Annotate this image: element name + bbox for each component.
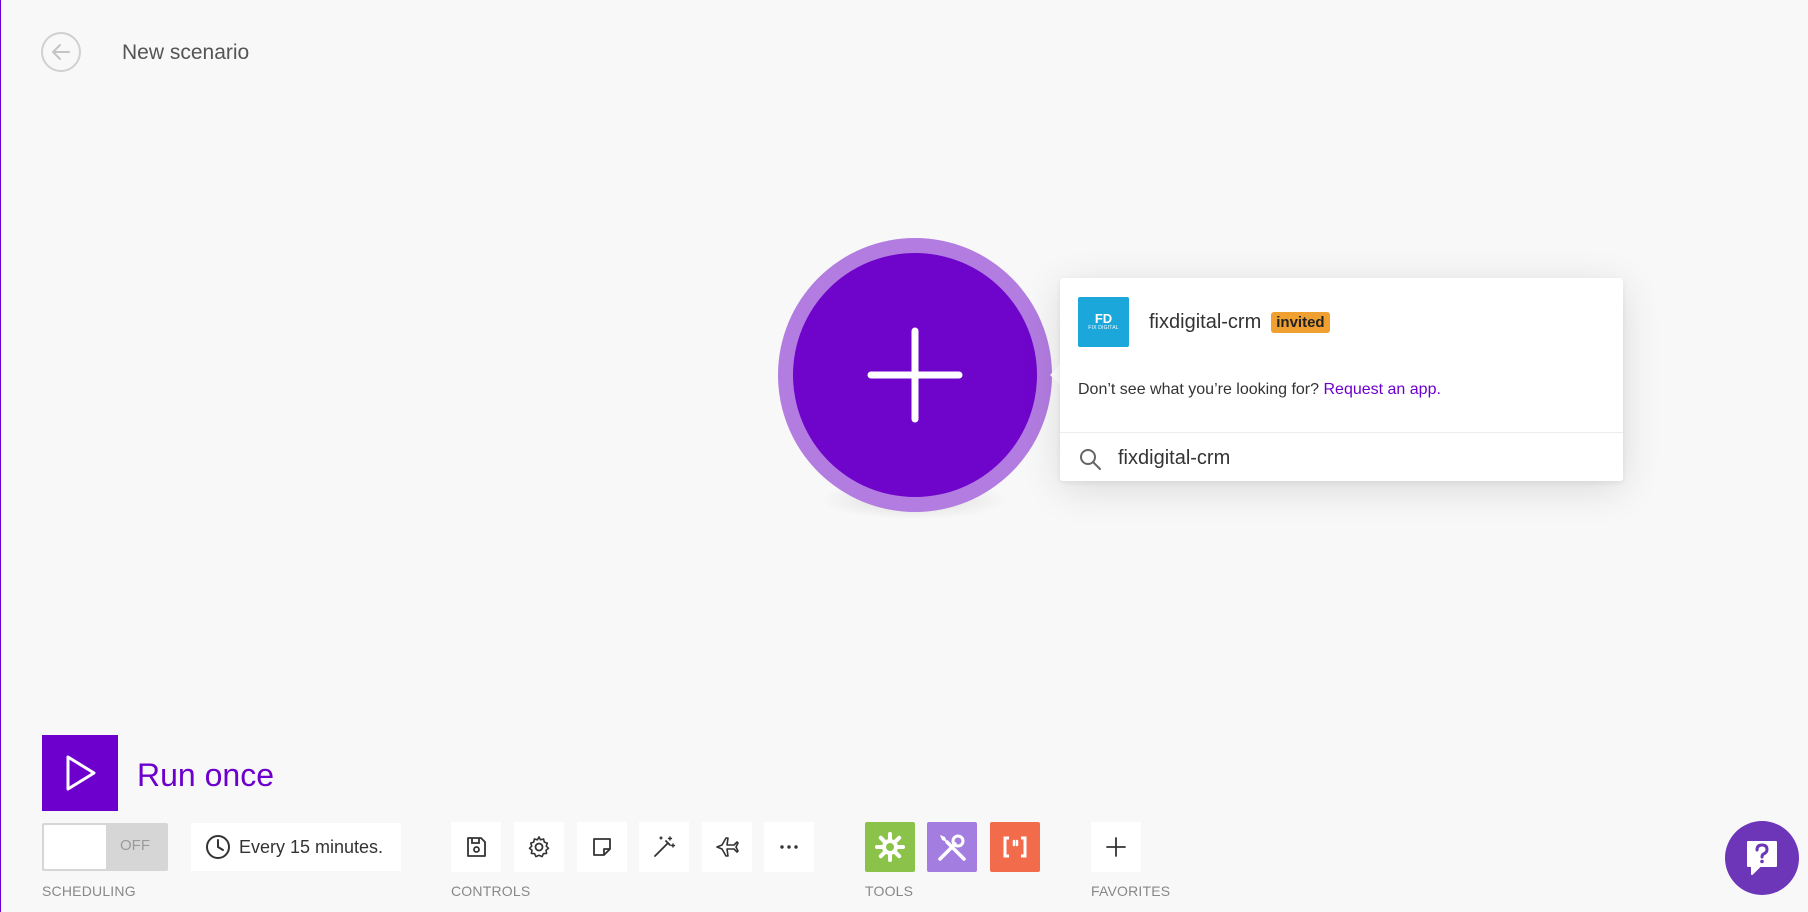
schedule-interval: Every 15 minutes. — [239, 836, 384, 857]
more-button[interactable] — [764, 822, 814, 872]
invited-badge: invited — [1271, 311, 1330, 333]
gear-icon — [875, 832, 905, 862]
popup-divider — [1060, 432, 1623, 433]
more-icon — [780, 845, 798, 849]
arrow-left-icon — [52, 44, 70, 60]
request-text: Don’t see what you’re looking for? — [1078, 381, 1320, 398]
popup-pointer — [1050, 365, 1060, 385]
back-button[interactable] — [41, 32, 81, 72]
controls-label: CONTROLS — [451, 883, 531, 899]
add-module-button[interactable] — [793, 253, 1037, 497]
help-chat-icon — [1747, 841, 1777, 875]
notes-button[interactable] — [577, 822, 627, 872]
explain-flow-button[interactable] — [702, 822, 752, 872]
schedule-interval-button[interactable]: Every 15 minutes. — [191, 823, 401, 871]
settings-button[interactable] — [514, 822, 564, 872]
request-app-link[interactable]: Request an app. — [1323, 381, 1440, 398]
plus-icon — [867, 327, 963, 423]
save-button[interactable] — [451, 822, 501, 872]
run-once-label[interactable]: Run once — [137, 757, 274, 794]
plus-icon — [1106, 837, 1126, 857]
wrench-screwdriver-icon — [938, 834, 966, 861]
json-brackets-icon — [1003, 836, 1027, 858]
tool-flow-control[interactable] — [865, 822, 915, 872]
save-icon — [467, 837, 486, 857]
app-search-input[interactable] — [1118, 441, 1598, 475]
play-icon — [66, 755, 96, 791]
auto-align-button[interactable] — [639, 822, 689, 872]
clock-icon — [206, 835, 230, 859]
scheduling-label: SCHEDULING — [42, 883, 136, 899]
fixdigital-logo-icon: FD FIX DIGITAL — [1078, 297, 1129, 347]
toggle-knob — [44, 825, 106, 869]
magic-wand-icon — [654, 836, 676, 857]
search-icon — [1078, 447, 1102, 471]
airplane-icon — [716, 837, 739, 857]
app-result-item[interactable]: FD FIX DIGITAL fixdigital-crm invited — [1078, 297, 1330, 347]
run-once-button[interactable] — [42, 735, 118, 811]
gear-icon — [528, 836, 550, 858]
tool-tools[interactable] — [927, 822, 977, 872]
scenario-title[interactable]: New scenario — [122, 41, 249, 65]
app-name: fixdigital-crm — [1149, 310, 1262, 333]
note-icon — [593, 838, 611, 856]
app-search-popup: FD FIX DIGITAL fixdigital-crm invited Do… — [1060, 278, 1623, 481]
favorites-label: FAVORITES — [1091, 883, 1171, 899]
scheduling-toggle[interactable]: OFF — [42, 823, 168, 871]
help-button[interactable] — [1725, 821, 1799, 895]
add-favorite-button[interactable] — [1091, 822, 1141, 872]
tool-json[interactable] — [990, 822, 1040, 872]
tools-label: TOOLS — [865, 883, 914, 899]
request-app-line: Don’t see what you’re looking for? Reque… — [1078, 381, 1441, 399]
toggle-state: OFF — [120, 837, 150, 854]
